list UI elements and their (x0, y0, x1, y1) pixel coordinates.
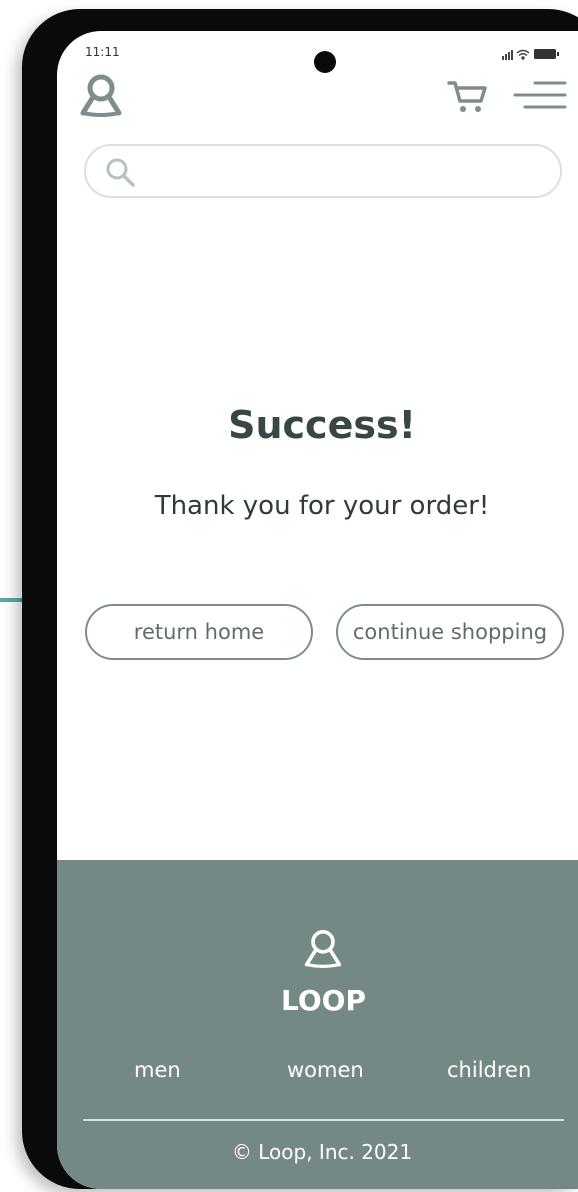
search-bar[interactable] (84, 144, 562, 198)
status-time: 11:11 (85, 45, 120, 59)
footer: LOOP men women children © Loop, Inc. 202… (57, 860, 578, 1189)
order-confirmation-message: Thank you for your order! (154, 491, 490, 521)
front-camera (314, 51, 336, 73)
footer-brand: LOOP (281, 984, 366, 1017)
signal-icon (502, 50, 513, 60)
hamburger-menu-icon[interactable] (513, 79, 567, 115)
cart-icon[interactable] (447, 79, 489, 115)
footer-nav-men[interactable]: men (134, 1058, 181, 1082)
continue-shopping-button[interactable]: continue shopping (336, 604, 564, 660)
phone-frame: 11:11 Success! Thank you for your order!… (22, 9, 578, 1189)
loop-logo-icon[interactable] (79, 73, 123, 121)
phone-screen: 11:11 Success! Thank you for your order!… (57, 31, 578, 1189)
wifi-icon (516, 49, 530, 60)
stage: 11:11 Success! Thank you for your order!… (0, 0, 578, 1192)
success-title: Success! (228, 403, 416, 447)
battery-icon (534, 49, 559, 59)
copyright-text: © Loop, Inc. 2021 (231, 1140, 413, 1164)
status-icons (502, 49, 559, 60)
search-input[interactable] (146, 154, 550, 190)
footer-divider (83, 1119, 564, 1121)
loop-logo-icon[interactable] (303, 928, 343, 972)
search-icon (106, 158, 135, 187)
footer-nav-women[interactable]: women (287, 1058, 364, 1082)
return-home-button[interactable]: return home (85, 604, 313, 660)
footer-nav-children[interactable]: children (447, 1058, 531, 1082)
